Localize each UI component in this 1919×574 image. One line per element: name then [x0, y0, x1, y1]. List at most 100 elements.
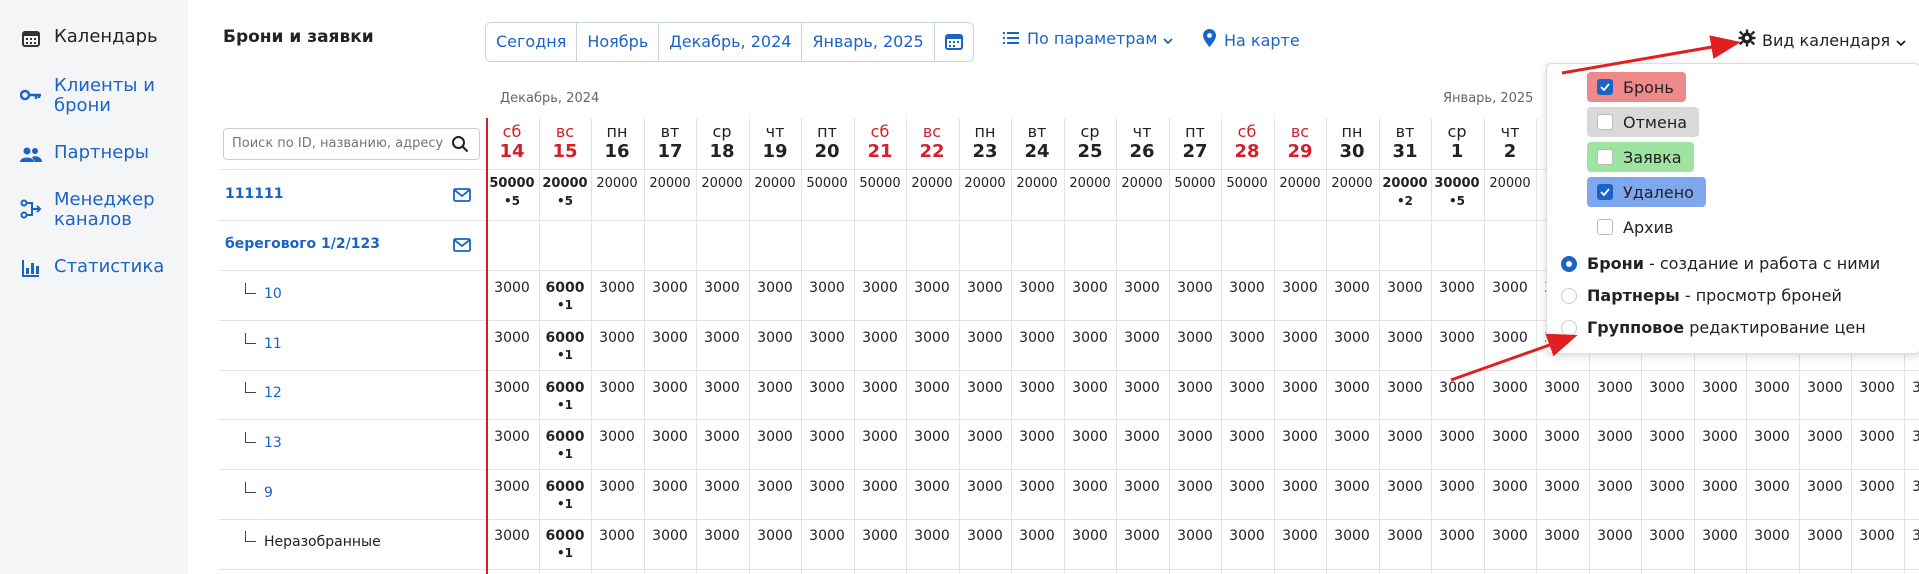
price-cell[interactable]: 3000	[644, 527, 696, 545]
price-cell[interactable]: 3000	[1064, 379, 1116, 397]
price-cell[interactable]: 3000	[749, 329, 801, 347]
price-cell[interactable]: 3000	[1484, 379, 1536, 397]
price-cell[interactable]: 3000	[1169, 329, 1221, 347]
price-cell[interactable]: 3000	[749, 527, 801, 545]
price-cell[interactable]: 3000	[1379, 428, 1431, 446]
price-cell[interactable]: 3000	[1746, 379, 1798, 397]
price-cell[interactable]: 3000	[801, 329, 853, 347]
prev-month-button[interactable]: Ноябрь	[577, 23, 660, 61]
price-cell[interactable]: 3000	[644, 329, 696, 347]
price-cell[interactable]: 3000	[854, 279, 906, 297]
price-cell[interactable]: 3000	[1589, 379, 1641, 397]
row-label[interactable]: 10	[245, 283, 282, 302]
price-cell[interactable]: 20000	[1011, 175, 1063, 193]
price-cell[interactable]: 20000	[696, 175, 748, 193]
price-cell[interactable]: 3000	[854, 379, 906, 397]
price-cell[interactable]: 3000	[1641, 428, 1693, 446]
price-cell[interactable]: 3000	[1274, 279, 1326, 297]
today-button[interactable]: Сегодня	[486, 23, 578, 61]
price-cell[interactable]: 3000	[1011, 279, 1063, 297]
filter-chip-request[interactable]: Заявка	[1587, 142, 1694, 172]
price-cell[interactable]: 3000	[1011, 478, 1063, 496]
price-cell[interactable]: 3000	[591, 279, 643, 297]
price-cell[interactable]: 3000	[959, 279, 1011, 297]
price-cell[interactable]: 3000	[1221, 379, 1273, 397]
price-cell[interactable]: 6000 •1	[539, 329, 591, 363]
price-cell[interactable]: 6000 •1	[539, 279, 591, 313]
price-cell[interactable]: 3000	[1169, 279, 1221, 297]
price-cell[interactable]: 50000	[1221, 175, 1273, 193]
price-cell[interactable]: 20000	[1326, 175, 1378, 193]
mode-group-edit[interactable]: Групповое редактирование цен	[1561, 318, 1866, 337]
price-cell[interactable]: 3000	[1694, 379, 1746, 397]
price-cell[interactable]: 3000	[1221, 279, 1273, 297]
price-cell[interactable]: 3000	[906, 428, 958, 446]
price-cell[interactable]: 3000	[1746, 428, 1798, 446]
map-link[interactable]: На карте	[1203, 29, 1300, 51]
row-label[interactable]: 12	[245, 382, 282, 401]
current-month-button[interactable]: Декабрь, 2024	[659, 23, 803, 61]
price-cell[interactable]: 3000	[644, 379, 696, 397]
price-cell[interactable]: 3000	[696, 379, 748, 397]
price-cell[interactable]: 3000	[801, 379, 853, 397]
price-cell[interactable]: 3000	[591, 428, 643, 446]
price-cell[interactable]: 3000	[696, 428, 748, 446]
price-cell[interactable]: 3000	[1746, 478, 1798, 496]
price-cell[interactable]: 3000	[1799, 527, 1851, 545]
price-cell[interactable]: 3000	[1116, 527, 1168, 545]
price-cell[interactable]: 3000	[1379, 527, 1431, 545]
price-cell[interactable]: 3000	[1484, 428, 1536, 446]
price-cell[interactable]: 3000	[801, 478, 853, 496]
price-cell[interactable]: 3000	[1221, 527, 1273, 545]
sidebar-item-calendar[interactable]: Календарь	[18, 27, 158, 49]
price-cell[interactable]: 3000	[1221, 329, 1273, 347]
price-cell[interactable]: 3000	[1431, 478, 1483, 496]
price-cell[interactable]: 3000	[1484, 279, 1536, 297]
price-cell[interactable]: 3000	[1274, 379, 1326, 397]
price-cell[interactable]: 6000 •1	[539, 379, 591, 413]
checkbox[interactable]	[1597, 149, 1613, 165]
price-cell[interactable]: 3000	[1904, 428, 1919, 446]
price-cell[interactable]: 50000	[854, 175, 906, 193]
checkbox[interactable]	[1597, 79, 1613, 95]
price-cell[interactable]: 3000	[906, 379, 958, 397]
mail-icon[interactable]	[453, 237, 471, 256]
calendar-view-dropdown[interactable]: Вид календаря	[1738, 29, 1906, 51]
price-cell[interactable]: 3000	[1431, 428, 1483, 446]
radio-button[interactable]	[1561, 255, 1577, 272]
price-cell[interactable]: 3000	[1064, 329, 1116, 347]
price-cell[interactable]: 3000	[591, 478, 643, 496]
filter-dropdown[interactable]: По параметрам	[1003, 29, 1174, 48]
price-cell[interactable]: 3000	[801, 428, 853, 446]
price-cell[interactable]: 3000	[1379, 478, 1431, 496]
price-cell[interactable]: 3000	[959, 527, 1011, 545]
checkbox[interactable]	[1597, 114, 1613, 130]
sidebar-item-clients[interactable]: Клиенты и брони	[18, 76, 168, 116]
radio-button[interactable]	[1561, 319, 1577, 336]
price-cell[interactable]: 3000	[1379, 329, 1431, 347]
price-cell[interactable]: 3000	[1851, 478, 1903, 496]
price-cell[interactable]: 3000	[1799, 379, 1851, 397]
price-cell[interactable]: 3000	[1851, 428, 1903, 446]
sidebar-item-partners[interactable]: Партнеры	[18, 143, 149, 165]
price-cell[interactable]: 3000	[1011, 329, 1063, 347]
price-cell[interactable]: 20000 •2	[1379, 175, 1431, 209]
price-cell[interactable]: 3000	[486, 379, 538, 397]
price-cell[interactable]: 20000	[749, 175, 801, 193]
filter-chip-cancel[interactable]: Отмена	[1587, 107, 1700, 137]
price-cell[interactable]: 20000 •5	[539, 175, 591, 209]
price-cell[interactable]: 3000	[1326, 527, 1378, 545]
price-cell[interactable]: 3000	[906, 527, 958, 545]
row-label[interactable]: берегового 1/2/123	[225, 236, 380, 252]
price-cell[interactable]: 3000	[1116, 279, 1168, 297]
price-cell[interactable]: 20000	[644, 175, 696, 193]
price-cell[interactable]: 3000	[1116, 428, 1168, 446]
price-cell[interactable]: 3000	[1169, 478, 1221, 496]
price-cell[interactable]: 3000	[1694, 527, 1746, 545]
price-cell[interactable]: 3000	[1274, 428, 1326, 446]
price-cell[interactable]: 20000	[1274, 175, 1326, 193]
price-cell[interactable]: 3000	[1064, 478, 1116, 496]
price-cell[interactable]: 3000	[1379, 379, 1431, 397]
filter-chip-archive[interactable]: Архив	[1587, 212, 1685, 242]
price-cell[interactable]: 3000	[1326, 379, 1378, 397]
